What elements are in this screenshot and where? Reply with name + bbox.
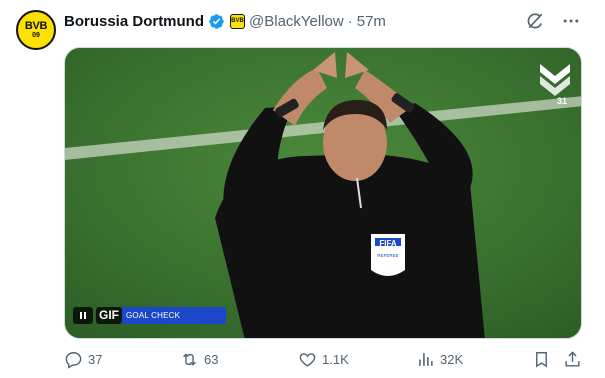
author-handle[interactable]: @BlackYellow	[249, 13, 344, 30]
pause-icon-bar	[80, 312, 82, 319]
repost-button[interactable]: 63	[180, 350, 218, 369]
more-icon[interactable]	[561, 11, 581, 31]
gif-frame: FIFA REFEREE	[65, 48, 581, 338]
broadcaster-number: 31	[556, 96, 567, 106]
gif-controls: GIF GOAL CHECK	[73, 307, 226, 324]
separator-dot: ·	[347, 12, 353, 30]
author-name[interactable]: Borussia Dortmund	[64, 13, 204, 30]
share-icon	[565, 351, 580, 367]
fifa-badge-subtext: REFEREE	[377, 253, 398, 258]
avatar-text: BVB	[24, 19, 48, 32]
heart-icon	[299, 353, 316, 367]
affiliate-badge-text: BVB	[231, 18, 244, 24]
gif-badge: GIF	[96, 307, 122, 324]
avatar-subtext: 09	[32, 31, 40, 39]
affiliate-badge[interactable]: BVB	[230, 13, 246, 29]
share-button[interactable]	[563, 350, 582, 369]
reply-icon	[65, 352, 82, 369]
tweet-actions: 37 63 1.1K 32K	[64, 350, 584, 372]
avatar[interactable]: BVB 09	[16, 10, 56, 50]
bookmark-icon	[536, 352, 547, 368]
views-button[interactable]: 32K	[416, 350, 463, 369]
pause-icon-bar	[84, 312, 86, 319]
pause-button[interactable]	[73, 307, 93, 324]
views-count: 32K	[440, 352, 464, 367]
fifa-badge-text: FIFA	[379, 239, 397, 248]
views-icon	[419, 353, 433, 366]
like-count: 1.1K	[322, 352, 349, 367]
repost-icon	[183, 353, 196, 366]
like-button[interactable]: 1.1K	[298, 350, 349, 369]
tweet[interactable]: BVB 09 Borussia Dortmund BVB @BlackYello…	[0, 0, 605, 378]
tweet-media-gif[interactable]: FIFA REFEREE 31 GIF GOAL CHECK	[64, 47, 582, 339]
repost-count: 63	[204, 352, 219, 367]
goal-check-caption: GOAL CHECK	[122, 307, 226, 324]
reply-count: 37	[88, 352, 103, 367]
reply-button[interactable]: 37	[64, 350, 102, 369]
timestamp[interactable]: 57m	[357, 13, 386, 30]
tweet-header: Borussia Dortmund BVB @BlackYellow · 57m	[64, 11, 386, 31]
bookmark-button[interactable]	[532, 350, 551, 369]
header-icons	[525, 11, 581, 31]
verified-badge-icon[interactable]	[208, 13, 225, 30]
grok-icon[interactable]	[525, 11, 545, 31]
